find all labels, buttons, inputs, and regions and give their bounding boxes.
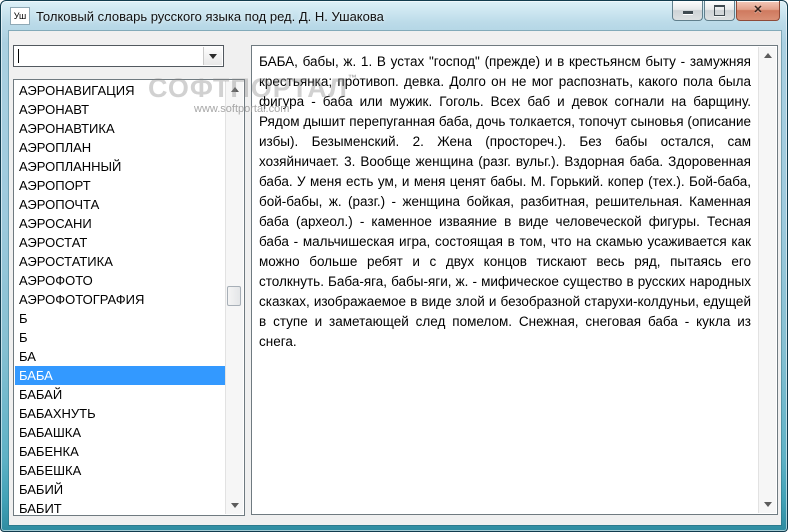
list-item[interactable]: АЭРОФОТО (15, 271, 226, 290)
list-item[interactable]: БАБЕНКА (15, 442, 226, 461)
list-item[interactable]: АЭРОПОРТ (15, 176, 226, 195)
list-item[interactable]: АЭРОСАНИ (15, 214, 226, 233)
list-item[interactable]: БАБИТ (15, 499, 226, 514)
list-item[interactable]: АЭРОПЛАН (15, 138, 226, 157)
list-item[interactable]: БАБАХНУТЬ (15, 404, 226, 423)
list-item[interactable]: АЭРОСТАТ (15, 233, 226, 252)
title-bar[interactable]: Уш Толковый словарь русского языка под р… (1, 1, 787, 31)
window-title: Толковый словарь русского языка под ред.… (36, 8, 384, 24)
client-area: АЭРОНАВИГАЦИЯ АЭРОНАВТ АЭРОНАВТИКА АЭРОПЛАН… (9, 31, 781, 525)
app-window: Уш Толковый словарь русского языка под р… (0, 0, 788, 532)
definition-text: БАБА, бабы, ж. 1. В устах "господ" (преж… (259, 54, 751, 349)
chevron-down-icon (209, 53, 217, 59)
minimize-icon (682, 11, 693, 15)
combobox-dropdown-button[interactable] (203, 47, 222, 65)
app-icon-label: Уш (13, 11, 27, 21)
word-search-combobox[interactable] (13, 45, 224, 67)
close-button[interactable]: ✕ (736, 1, 780, 21)
word-listbox: АЭРОНАВИГАЦИЯ АЭРОНАВТ АЭРОНАВТИКА АЭРОПЛАН… (13, 79, 245, 516)
definition-scrollbar[interactable] (758, 47, 776, 513)
list-scrollbar[interactable] (225, 81, 243, 514)
text-caret (18, 49, 19, 63)
scroll-up-button[interactable] (759, 48, 776, 63)
list-item[interactable]: АЭРОНАВИГАЦИЯ (15, 81, 226, 100)
scroll-up-button[interactable] (226, 82, 243, 97)
definition-panel: БАБА, бабы, ж. 1. В устах "господ" (преж… (251, 45, 778, 515)
list-item[interactable]: БАБЕШКА (15, 461, 226, 480)
list-item[interactable]: Б (15, 309, 226, 328)
scroll-up-icon (763, 53, 772, 58)
close-icon: ✕ (753, 4, 763, 16)
minimize-button[interactable] (672, 1, 703, 21)
list-item[interactable]: Б (15, 328, 226, 347)
list-item[interactable]: БА (15, 347, 226, 366)
scroll-down-button[interactable] (226, 498, 243, 513)
maximize-icon (714, 5, 725, 16)
list-item[interactable]: БАБИЙ (15, 480, 226, 499)
list-item[interactable]: АЭРОСТАТИКА (15, 252, 226, 271)
list-item[interactable]: АЭРОНАВТ (15, 100, 226, 119)
list-item[interactable]: БАБАЙ (15, 385, 226, 404)
list-item[interactable]: БАБАШКА (15, 423, 226, 442)
app-icon: Уш (10, 7, 30, 25)
maximize-button[interactable] (704, 1, 735, 21)
scroll-up-icon (230, 87, 239, 92)
list-item[interactable]: БАБА (15, 366, 226, 385)
scroll-down-icon (763, 502, 772, 507)
scroll-down-button[interactable] (759, 497, 776, 512)
list-item[interactable]: АЭРОНАВТИКА (15, 119, 226, 138)
scroll-down-icon (230, 503, 239, 508)
list-scrollbar-thumb[interactable] (227, 286, 241, 306)
list-item[interactable]: АЭРОПОЧТА (15, 195, 226, 214)
window-controls: ✕ (672, 1, 780, 21)
list-item[interactable]: АЭРОФОТОГРАФИЯ (15, 290, 226, 309)
list-item[interactable]: АЭРОПЛАННЫЙ (15, 157, 226, 176)
search-input[interactable] (16, 47, 200, 67)
word-list: АЭРОНАВИГАЦИЯ АЭРОНАВТ АЭРОНАВТИКА АЭРОПЛАН… (15, 81, 226, 514)
